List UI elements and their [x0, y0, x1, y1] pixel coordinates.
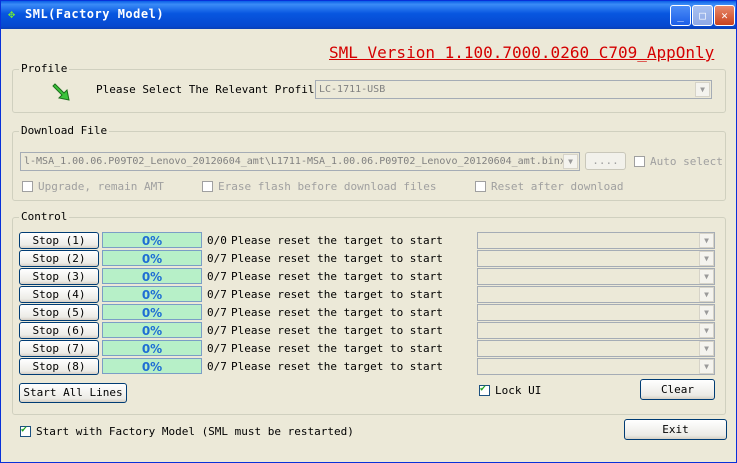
profile-prompt: Please Select The Relevant Profile [96, 83, 322, 96]
line-4-progress-text: 0% [141, 288, 163, 302]
lock-ui-checkbox[interactable] [479, 383, 490, 396]
chevron-down-icon[interactable]: ▼ [699, 287, 714, 302]
stop-line-6-button[interactable]: Stop (6) [19, 322, 99, 339]
line-7-port-select[interactable]: ▼ [477, 340, 715, 357]
auto-select-checkbox[interactable] [634, 156, 645, 167]
line-3-port-select[interactable]: ▼ [477, 268, 715, 285]
maximize-button[interactable]: □ [692, 5, 713, 26]
line-1-status: Please reset the target to start [231, 234, 443, 247]
chevron-down-icon[interactable]: ▼ [699, 359, 714, 374]
minimize-button[interactable]: _ [670, 5, 691, 26]
upgrade-checkbox[interactable] [22, 181, 33, 192]
line-5-status: Please reset the target to start [231, 306, 443, 319]
profile-legend: Profile [19, 62, 70, 75]
factory-model-label: Start with Factory Model (SML must be re… [36, 425, 354, 438]
line-6-progress: 0% [102, 322, 202, 338]
reset-after-checkbox[interactable] [475, 181, 486, 192]
line-8-progress: 0% [102, 358, 202, 374]
line-8-progress-text: 0% [141, 360, 163, 374]
chevron-down-icon[interactable]: ▼ [699, 233, 714, 248]
main-window: ✥ SML(Factory Model) _ □ ✕ SML Version 1… [0, 0, 737, 463]
window-title: SML(Factory Model) [25, 7, 165, 21]
chevron-down-icon[interactable]: ▼ [699, 323, 714, 338]
close-button[interactable]: ✕ [714, 5, 735, 26]
chevron-down-icon[interactable]: ▼ [699, 341, 714, 356]
line-3-progress-text: 0% [141, 270, 163, 284]
file-path-select[interactable]: l-MSA_1.00.06.P09T02_Lenovo_20120604_amt… [20, 152, 580, 171]
line-1-count: 0/0 [207, 234, 227, 247]
start-all-lines-button[interactable]: Start All Lines [19, 383, 127, 403]
line-5-progress-text: 0% [141, 306, 163, 320]
erase-flash-checkbox[interactable] [202, 181, 213, 192]
title-bar[interactable]: ✥ SML(Factory Model) _ □ ✕ [1, 1, 736, 29]
stop-line-7-button[interactable]: Stop (7) [19, 340, 99, 357]
profile-select[interactable]: LC-1711-USB ▼ [315, 80, 712, 99]
line-5-port-select[interactable]: ▼ [477, 304, 715, 321]
chevron-down-icon[interactable]: ▼ [699, 251, 714, 266]
line-8-status: Please reset the target to start [231, 360, 443, 373]
line-5-count: 0/7 [207, 306, 227, 319]
line-3-progress: 0% [102, 268, 202, 284]
stop-line-5-button[interactable]: Stop (5) [19, 304, 99, 321]
line-6-progress-text: 0% [141, 324, 163, 338]
line-5-progress: 0% [102, 304, 202, 320]
lock-ui-label: Lock UI [495, 384, 542, 397]
stop-line-2-button[interactable]: Stop (2) [19, 250, 99, 267]
stop-line-8-button[interactable]: Stop (8) [19, 358, 99, 375]
line-4-port-select[interactable]: ▼ [477, 286, 715, 303]
control-legend: Control [19, 210, 70, 223]
line-7-status: Please reset the target to start [231, 342, 443, 355]
line-3-count: 0/7 [207, 270, 227, 283]
erase-flash-label: Erase flash before download files [218, 180, 437, 193]
profile-select-value: LC-1711-USB [319, 84, 386, 95]
line-6-port-select[interactable]: ▼ [477, 322, 715, 339]
chevron-down-icon[interactable]: ▼ [563, 154, 578, 169]
line-2-progress-text: 0% [141, 252, 163, 266]
stop-line-4-button[interactable]: Stop (4) [19, 286, 99, 303]
reset-after-label: Reset after download [491, 180, 624, 193]
line-2-port-select[interactable]: ▼ [477, 250, 715, 267]
line-2-progress: 0% [102, 250, 202, 266]
file-path-value: l-MSA_1.00.06.P09T02_Lenovo_20120604_amt… [24, 156, 564, 167]
line-2-status: Please reset the target to start [231, 252, 443, 265]
line-2-count: 0/7 [207, 252, 227, 265]
factory-model-checkbox[interactable] [20, 424, 31, 437]
arrow-icon [52, 83, 70, 101]
line-4-progress: 0% [102, 286, 202, 302]
line-4-status: Please reset the target to start [231, 288, 443, 301]
stop-line-1-button[interactable]: Stop (1) [19, 232, 99, 249]
auto-select-label: Auto select [650, 155, 723, 168]
app-icon: ✥ [8, 7, 16, 21]
chevron-down-icon[interactable]: ▼ [695, 82, 710, 97]
line-7-progress: 0% [102, 340, 202, 356]
clear-button[interactable]: Clear [640, 379, 715, 400]
line-1-port-select[interactable]: ▼ [477, 232, 715, 249]
version-label: SML Version 1.100.7000.0260 C709_AppOnly [329, 43, 715, 62]
line-6-status: Please reset the target to start [231, 324, 443, 337]
line-4-count: 0/7 [207, 288, 227, 301]
chevron-down-icon[interactable]: ▼ [699, 305, 714, 320]
upgrade-label: Upgrade, remain AMT [38, 180, 164, 193]
download-file-legend: Download File [19, 124, 110, 137]
exit-button[interactable]: Exit [624, 419, 727, 440]
stop-line-3-button[interactable]: Stop (3) [19, 268, 99, 285]
line-1-progress: 0% [102, 232, 202, 248]
line-7-progress-text: 0% [141, 342, 163, 356]
chevron-down-icon[interactable]: ▼ [699, 269, 714, 284]
browse-button[interactable]: .... [585, 152, 626, 170]
line-8-port-select[interactable]: ▼ [477, 358, 715, 375]
line-8-count: 0/7 [207, 360, 227, 373]
line-6-count: 0/7 [207, 324, 227, 337]
line-1-progress-text: 0% [141, 234, 163, 248]
line-7-count: 0/7 [207, 342, 227, 355]
line-3-status: Please reset the target to start [231, 270, 443, 283]
